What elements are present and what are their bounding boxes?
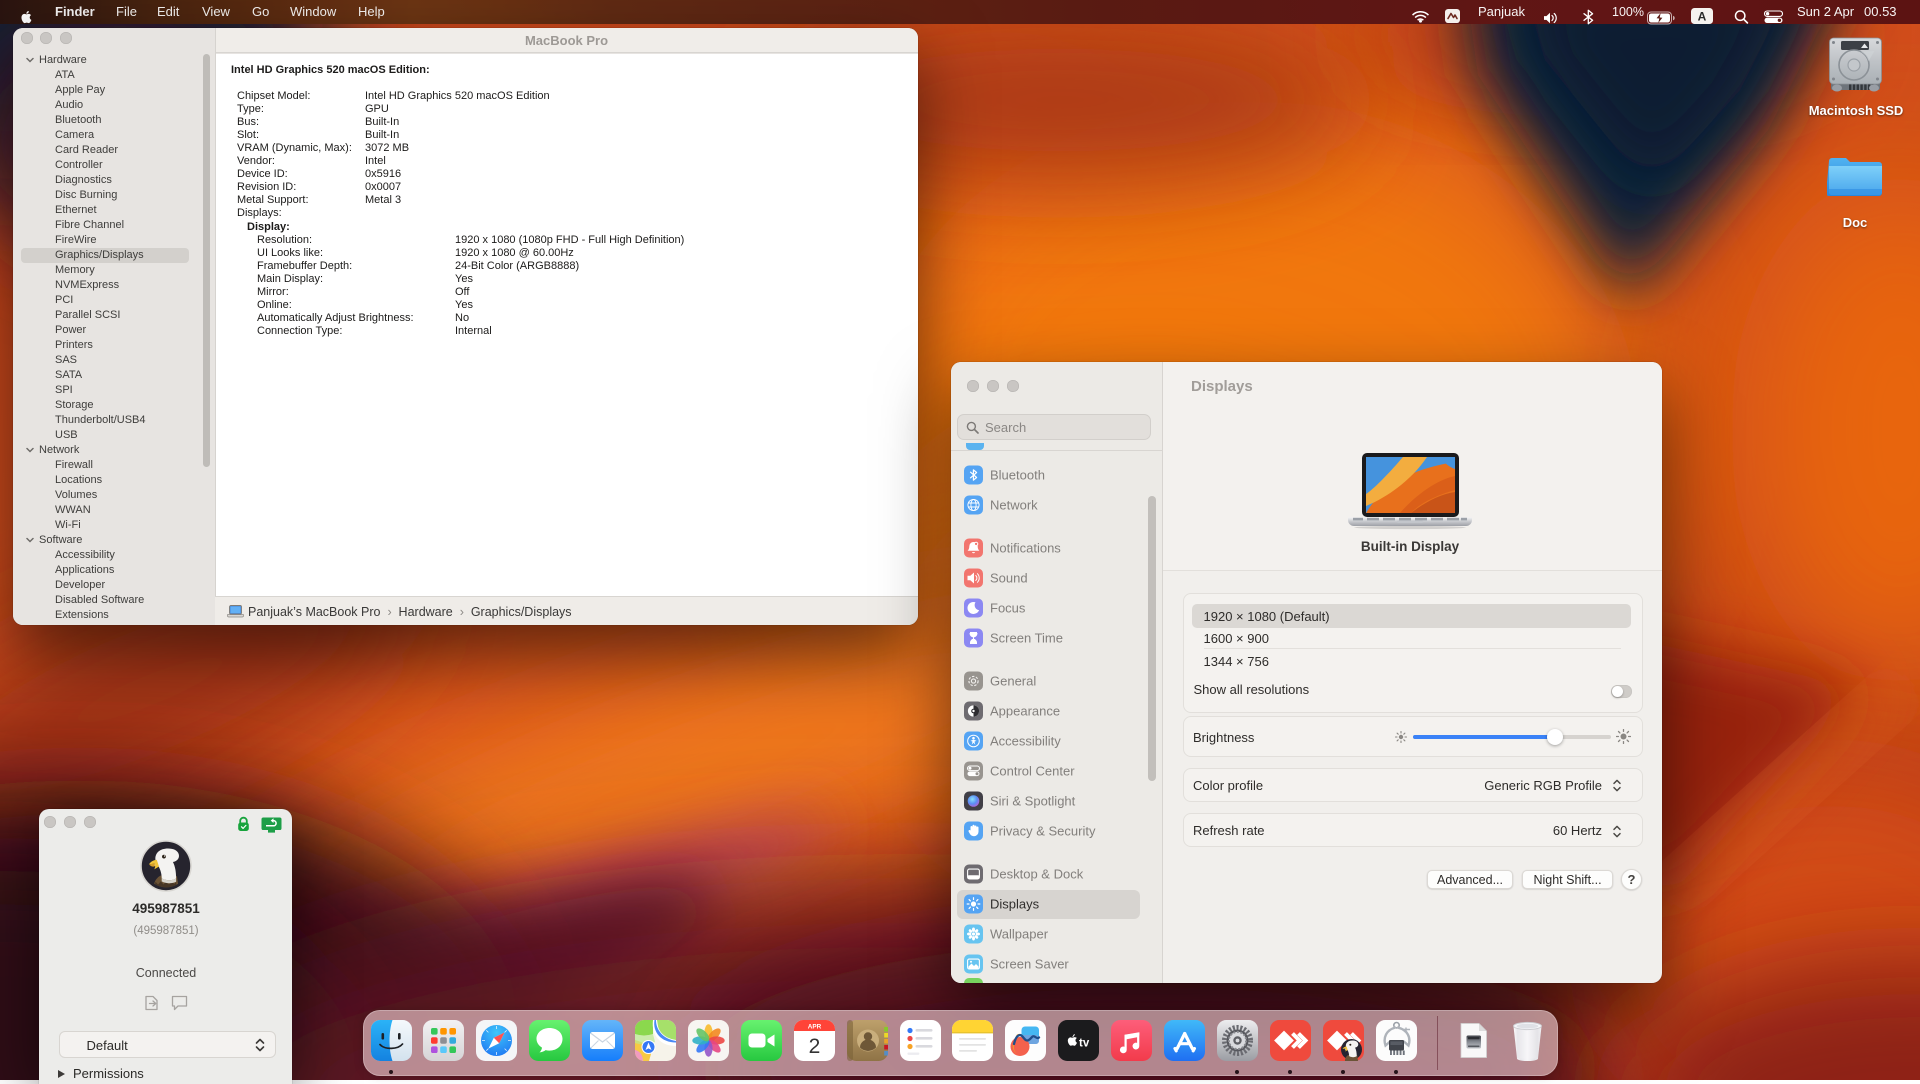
svg-text:A: A [1698, 10, 1707, 24]
svg-text:2: 2 [808, 1035, 820, 1058]
svg-text:tv: tv [1079, 1038, 1090, 1050]
svg-text:APR: APR [807, 1024, 821, 1031]
